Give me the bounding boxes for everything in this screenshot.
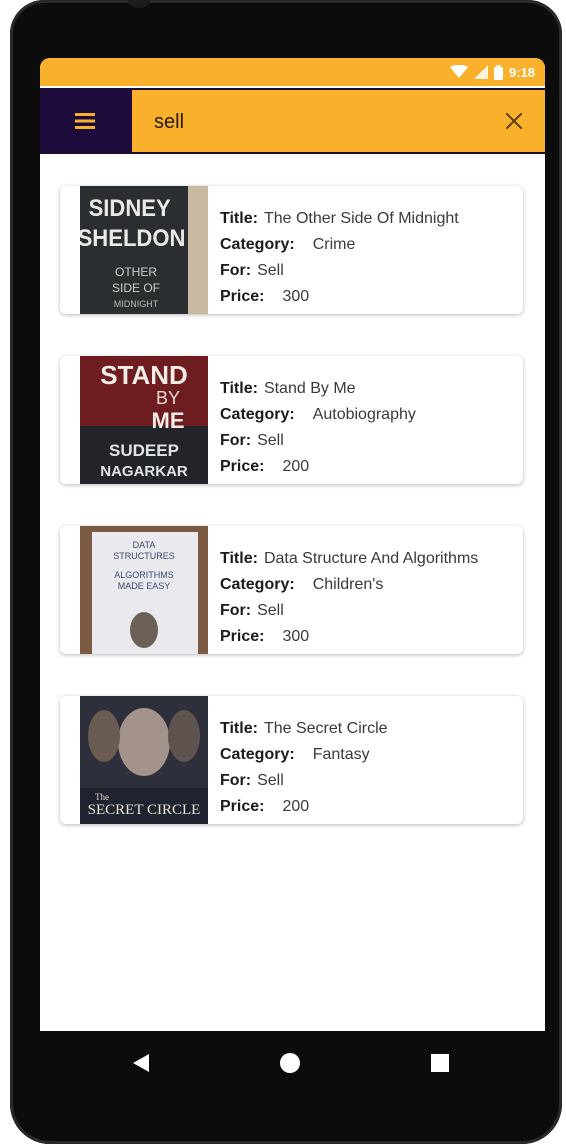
search-box — [132, 90, 545, 152]
back-triangle-icon[interactable] — [131, 1053, 151, 1073]
status-bar: 9:18 — [40, 58, 545, 86]
price-label: Price: — [220, 288, 265, 305]
book-price: 300 — [282, 628, 310, 645]
book-price: 200 — [282, 798, 310, 815]
cover-text: SHELDON — [80, 224, 185, 251]
home-circle-icon[interactable] — [280, 1053, 300, 1073]
book-price: 200 — [282, 458, 310, 475]
title-label: Title: — [220, 380, 258, 397]
category-label: Category: — [220, 406, 295, 423]
for-label: For: — [220, 602, 252, 619]
app-screen: 9:18 SIDNEY — [40, 58, 545, 1031]
for-label: For: — [220, 772, 252, 789]
close-icon — [506, 113, 522, 129]
book-cover-image: DATA STRUCTURES ALGORITHMS MADE EASY — [80, 526, 208, 654]
book-for: Sell — [257, 432, 284, 449]
book-info: Title: The Other Side Of Midnight Categor… — [220, 206, 523, 310]
book-card[interactable]: STAND BY ME SUDEEP NAGARKAR Title: Stand … — [60, 356, 523, 484]
status-time: 9:18 — [508, 64, 535, 80]
book-card[interactable]: DATA STRUCTURES ALGORITHMS MADE EASY Tit… — [60, 526, 523, 654]
book-cover-image: STAND BY ME SUDEEP NAGARKAR — [80, 356, 208, 484]
book-info: Title: Stand By Me Category: Autobiography… — [220, 376, 523, 480]
book-category: Fantasy — [312, 746, 370, 763]
cover-text: STAND — [100, 360, 188, 390]
cover-text: OTHER — [115, 265, 157, 279]
cover-text: BY — [156, 388, 180, 408]
wifi-icon — [449, 65, 468, 78]
category-label: Category: — [220, 576, 295, 593]
app-bar — [40, 88, 545, 154]
price-label: Price: — [220, 628, 265, 645]
book-card[interactable]: The SECRET CIRCLE Title: The Secret Circl… — [60, 696, 523, 824]
book-cover-image: The SECRET CIRCLE — [80, 696, 208, 824]
camera-sensor — [128, 0, 150, 8]
search-input[interactable] — [152, 104, 476, 140]
book-for: Sell — [257, 262, 284, 279]
book-title: Stand By Me — [263, 380, 356, 397]
book-title: Data Structure And Algorithms — [263, 550, 479, 567]
title-label: Title: — [220, 550, 258, 567]
cover-text: SECRET CIRCLE — [88, 802, 201, 818]
cover-text: MADE EASY — [118, 581, 171, 591]
for-label: For: — [220, 432, 252, 449]
cover-text: SIDNEY — [89, 194, 171, 221]
book-for: Sell — [257, 602, 284, 619]
cover-text: ALGORITHMS — [114, 570, 174, 580]
title-label: Title: — [220, 720, 258, 737]
clear-search-button[interactable] — [499, 106, 529, 136]
book-category: Children's — [312, 576, 384, 593]
system-nav-bar — [0, 1031, 566, 1095]
cover-text: STRUCTURES — [113, 551, 175, 561]
book-category: Autobiography — [312, 406, 416, 423]
book-title: The Secret Circle — [263, 720, 388, 737]
hamburger-icon — [75, 113, 95, 129]
book-price: 300 — [282, 288, 310, 305]
book-title: The Other Side Of Midnight — [263, 210, 459, 227]
book-info: Title: Data Structure And Algorithms Cate… — [220, 546, 523, 650]
book-category: Crime — [312, 236, 356, 253]
cover-text: MIDNIGHT — [114, 299, 159, 309]
cover-text: NAGARKAR — [100, 463, 188, 480]
cover-text: DATA — [133, 540, 156, 550]
book-card[interactable]: SIDNEY SHELDON OTHER SIDE OF MIDNIGHT Ti… — [60, 186, 523, 314]
category-label: Category: — [220, 746, 295, 763]
cover-text: SUDEEP — [109, 441, 179, 460]
signal-icon — [473, 65, 488, 79]
for-label: For: — [220, 262, 252, 279]
cover-text: SIDE OF — [112, 281, 160, 295]
category-label: Category: — [220, 236, 295, 253]
cover-text: ME — [152, 408, 185, 433]
book-cover-image: SIDNEY SHELDON OTHER SIDE OF MIDNIGHT — [80, 186, 208, 314]
title-label: Title: — [220, 210, 258, 227]
recents-square-icon[interactable] — [431, 1054, 449, 1072]
menu-button[interactable] — [40, 88, 130, 154]
price-label: Price: — [220, 458, 265, 475]
price-label: Price: — [220, 798, 265, 815]
book-info: Title: The Secret Circle Category: Fantasy… — [220, 716, 523, 820]
battery-icon — [493, 64, 503, 80]
cover-text: The — [95, 792, 109, 802]
book-for: Sell — [257, 772, 284, 789]
